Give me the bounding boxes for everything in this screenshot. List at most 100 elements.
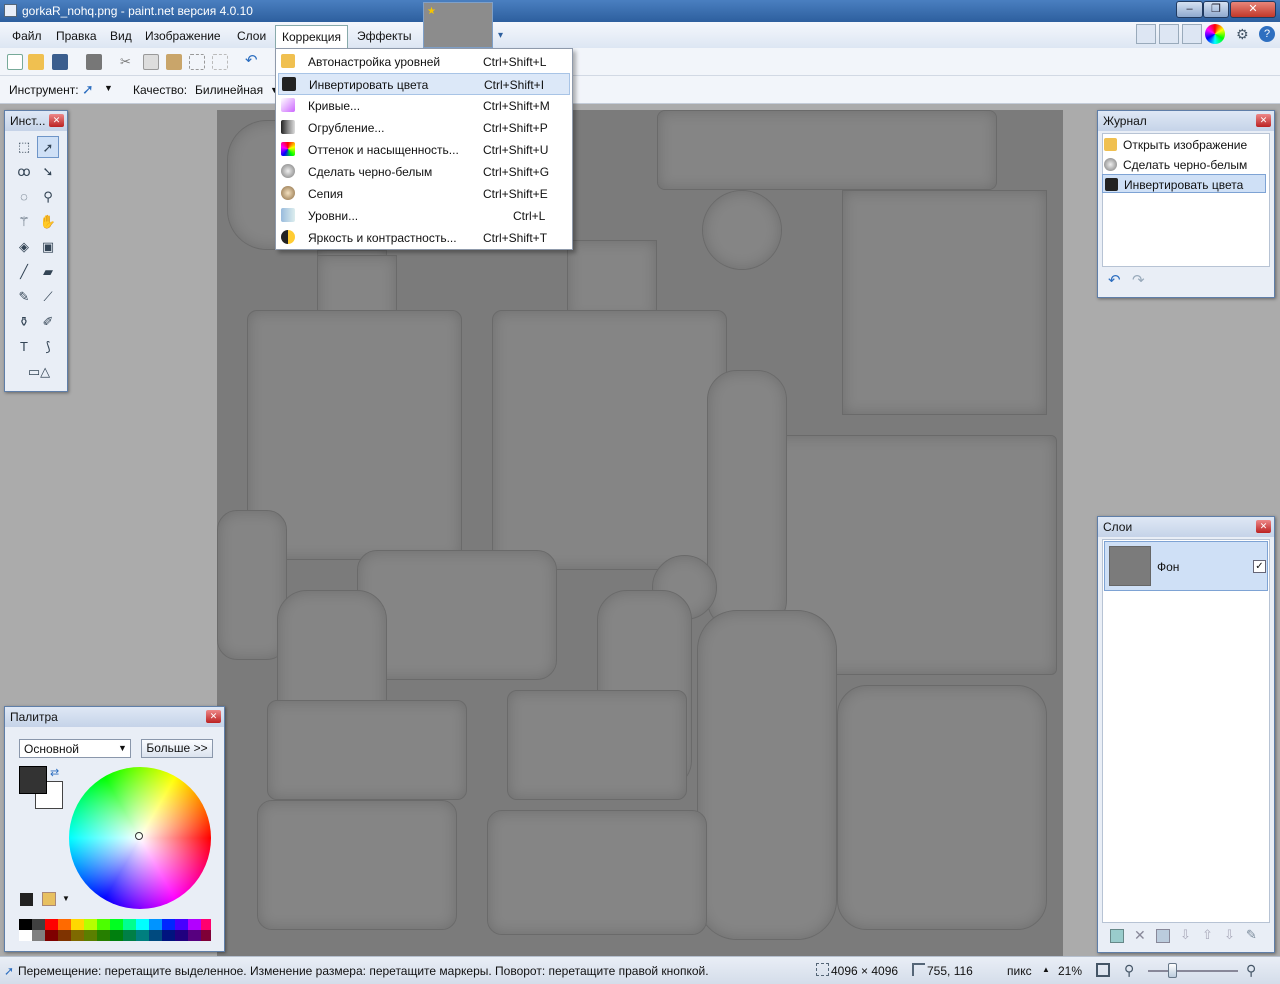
- swatch[interactable]: [71, 930, 84, 941]
- zoom-out-icon[interactable]: ⚲: [1124, 962, 1134, 979]
- image-tab-thumbnail[interactable]: ★: [423, 2, 493, 48]
- swatch[interactable]: [188, 930, 201, 941]
- zoom-in-icon[interactable]: ⚲: [1246, 962, 1256, 979]
- history-panel-close-icon[interactable]: ✕: [1256, 114, 1271, 127]
- tool-dropdown-icon[interactable]: ▼: [104, 83, 113, 93]
- zoom-icon[interactable]: ⚲: [37, 186, 59, 208]
- print-icon[interactable]: [86, 54, 102, 70]
- image-list-dropdown-icon[interactable]: ▾: [498, 30, 503, 41]
- history-item-selected[interactable]: Инвертировать цвета: [1102, 174, 1266, 193]
- history-item[interactable]: Открыть изображение: [1102, 135, 1266, 154]
- menu-layers[interactable]: Слои: [231, 27, 272, 45]
- swatch[interactable]: [32, 919, 45, 930]
- merge-layer-down-icon[interactable]: ⇩: [1180, 927, 1191, 943]
- recolor-icon[interactable]: ✐: [37, 311, 59, 333]
- swatch[interactable]: [162, 919, 175, 930]
- layers-panel-close-icon[interactable]: ✕: [1256, 520, 1271, 533]
- crop-icon[interactable]: [189, 54, 205, 70]
- eraser-icon[interactable]: ▰: [37, 261, 59, 283]
- layer-row[interactable]: Фон ✓: [1104, 541, 1268, 591]
- color-picker-icon[interactable]: ⟋: [37, 286, 59, 308]
- primary-color-swatch[interactable]: [19, 766, 47, 794]
- reset-colors-icon[interactable]: [20, 893, 33, 906]
- swatch[interactable]: [201, 919, 211, 930]
- swatch[interactable]: [136, 930, 149, 941]
- history-item[interactable]: Сделать черно-белым: [1102, 155, 1266, 174]
- move-selected-tool-icon[interactable]: ➚: [82, 81, 94, 98]
- palette-menu-icon[interactable]: [42, 892, 56, 906]
- move-selection-icon[interactable]: ➘: [37, 161, 59, 183]
- palette-mode-select[interactable]: Основной ▼: [19, 739, 131, 758]
- palette-menu-dropdown-icon[interactable]: ▼: [62, 894, 70, 903]
- paste-icon[interactable]: [166, 54, 182, 70]
- tools-panel-close-icon[interactable]: ✕: [49, 114, 64, 127]
- swatch[interactable]: [123, 930, 136, 941]
- swatch[interactable]: [97, 919, 110, 930]
- menu-view[interactable]: Вид: [104, 27, 138, 45]
- close-button[interactable]: ✕: [1230, 1, 1276, 18]
- history-toggle-icon[interactable]: [1159, 24, 1179, 44]
- swatch[interactable]: [201, 930, 211, 941]
- zoom-slider-track[interactable]: [1148, 970, 1238, 972]
- swatch[interactable]: [84, 930, 97, 941]
- zoom-level[interactable]: 21%: [1058, 964, 1082, 978]
- paintbrush-icon[interactable]: ╱: [13, 261, 35, 283]
- undo-icon[interactable]: ↶: [245, 53, 261, 70]
- units-select[interactable]: пикс: [1007, 964, 1032, 978]
- settings-gear-icon[interactable]: ⚙: [1236, 26, 1252, 42]
- history-redo-icon[interactable]: ↷: [1132, 271, 1145, 289]
- color-wheel-cursor[interactable]: [135, 832, 143, 840]
- layers-toggle-icon[interactable]: [1182, 24, 1202, 44]
- swatch[interactable]: [97, 930, 110, 941]
- layer-visibility-checkbox[interactable]: ✓: [1253, 560, 1266, 573]
- menu-item-levels[interactable]: Уровни... Ctrl+L: [278, 205, 570, 227]
- history-undo-icon[interactable]: ↶: [1108, 271, 1121, 289]
- swatch[interactable]: [175, 919, 188, 930]
- menu-item-auto-level[interactable]: Автонастройка уровней Ctrl+Shift+L: [278, 51, 570, 73]
- move-selected-icon[interactable]: ➚: [37, 136, 59, 158]
- paint-bucket-icon[interactable]: ◈: [13, 236, 35, 258]
- swatch[interactable]: [110, 919, 123, 930]
- menu-item-brightness-contrast[interactable]: Яркость и контрастность... Ctrl+Shift+T: [278, 227, 570, 249]
- swatch[interactable]: [175, 930, 188, 941]
- swatch[interactable]: [123, 919, 136, 930]
- zoom-to-window-icon[interactable]: [1096, 963, 1110, 977]
- menu-item-posterize[interactable]: Огрубление... Ctrl+Shift+P: [278, 117, 570, 139]
- swatch[interactable]: [136, 919, 149, 930]
- pencil-icon[interactable]: ✎: [13, 286, 35, 308]
- menu-item-invert-colors[interactable]: Инвертировать цвета Ctrl+Shift+I: [278, 73, 570, 95]
- palette-toggle-icon[interactable]: [1205, 24, 1225, 44]
- zoom-slider-thumb[interactable]: [1168, 963, 1177, 978]
- menu-item-hue-saturation[interactable]: Оттенок и насыщенность... Ctrl+Shift+U: [278, 139, 570, 161]
- menu-file[interactable]: Файл: [6, 27, 48, 45]
- layer-properties-icon[interactable]: ✎: [1246, 927, 1257, 943]
- rectangle-select-icon[interactable]: ⬚: [13, 136, 35, 158]
- gradient-icon[interactable]: ▣: [37, 236, 59, 258]
- swatch[interactable]: [188, 919, 201, 930]
- move-layer-down-icon[interactable]: ⇩: [1224, 927, 1235, 943]
- shapes-icon[interactable]: ▭△: [17, 361, 61, 383]
- deselect-icon[interactable]: [212, 54, 228, 70]
- add-layer-icon[interactable]: [1110, 929, 1124, 943]
- menu-effects[interactable]: Эффекты: [351, 27, 418, 45]
- swatch[interactable]: [58, 919, 71, 930]
- swatch[interactable]: [110, 930, 123, 941]
- menu-adjustments[interactable]: Коррекция: [275, 25, 349, 50]
- swatch[interactable]: [84, 919, 97, 930]
- new-icon[interactable]: [7, 54, 23, 70]
- swatch[interactable]: [32, 930, 45, 941]
- move-layer-up-icon[interactable]: ⇧: [1202, 927, 1213, 943]
- delete-layer-icon[interactable]: ✕: [1134, 927, 1146, 944]
- swatch[interactable]: [149, 919, 162, 930]
- copy-icon[interactable]: [143, 54, 159, 70]
- palette-panel-close-icon[interactable]: ✕: [206, 710, 221, 723]
- swatch[interactable]: [71, 919, 84, 930]
- menu-item-black-white[interactable]: Сделать черно-белым Ctrl+Shift+G: [278, 161, 570, 183]
- duplicate-layer-icon[interactable]: [1156, 929, 1170, 943]
- swatch[interactable]: [149, 930, 162, 941]
- menu-edit[interactable]: Правка: [50, 27, 103, 45]
- swatch[interactable]: [45, 919, 58, 930]
- cut-icon[interactable]: ✂: [120, 54, 136, 70]
- quality-select[interactable]: Билинейная: [195, 83, 263, 97]
- swatch[interactable]: [45, 930, 58, 941]
